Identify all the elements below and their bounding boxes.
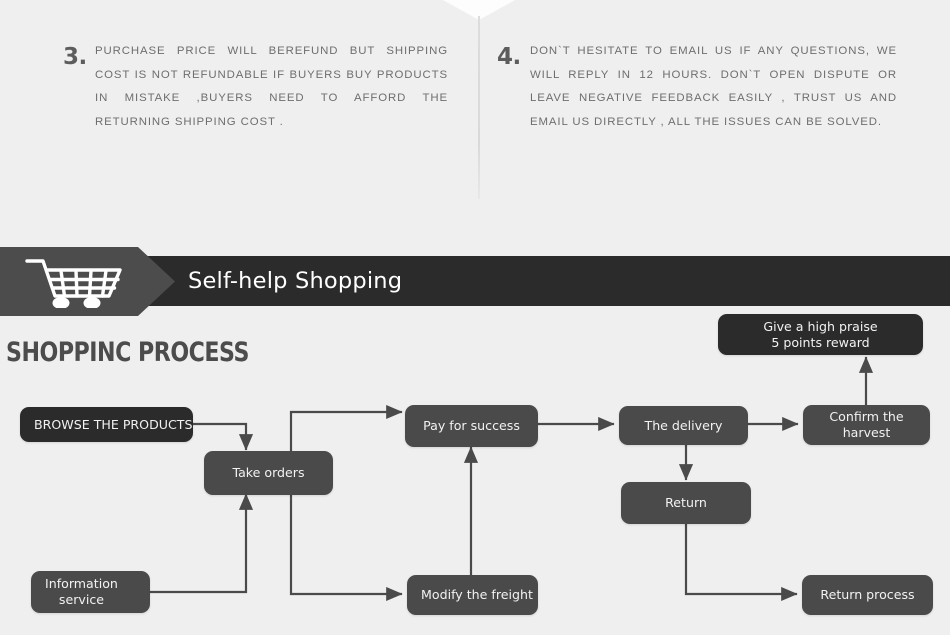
flow-node-label: Give a high praise 5 points reward [763,318,878,350]
flow-node-information-service[interactable]: Information service [31,571,150,613]
flow-node-label: Pay for success [423,418,520,433]
flow-node-modify-freight[interactable]: Modify the freight [407,575,538,615]
flow-node-label: Modify the freight [421,587,533,602]
page-root: 3. PURCHASE PRICE WILL BEREFUND BUT SHIP… [0,0,950,635]
flow-node-confirm-harvest[interactable]: Confirm the harvest [803,405,930,445]
flow-node-label: Return [665,495,707,510]
flow-node-return[interactable]: Return [621,482,751,524]
flow-node-label: The delivery [644,417,723,433]
flow-node-delivery[interactable]: The delivery [619,406,748,445]
flow-node-browse[interactable]: BROWSE THE PRODUCTS [20,407,193,442]
flow-node-give-high-praise[interactable]: Give a high praise 5 points reward [718,314,923,355]
flow-node-label: Return process [820,587,915,602]
flow-node-return-process[interactable]: Return process [802,575,933,615]
flow-node-label: BROWSE THE PRODUCTS [34,416,193,432]
shopping-process-flowchart: BROWSE THE PRODUCTS Take orders Informat… [0,0,950,635]
flow-node-label: Take orders [232,465,305,480]
flow-node-label: Confirm the harvest [829,409,904,440]
flow-node-pay-for-success[interactable]: Pay for success [405,405,538,447]
flow-node-label: Information service [45,576,118,607]
flow-node-take-orders[interactable]: Take orders [204,451,333,495]
